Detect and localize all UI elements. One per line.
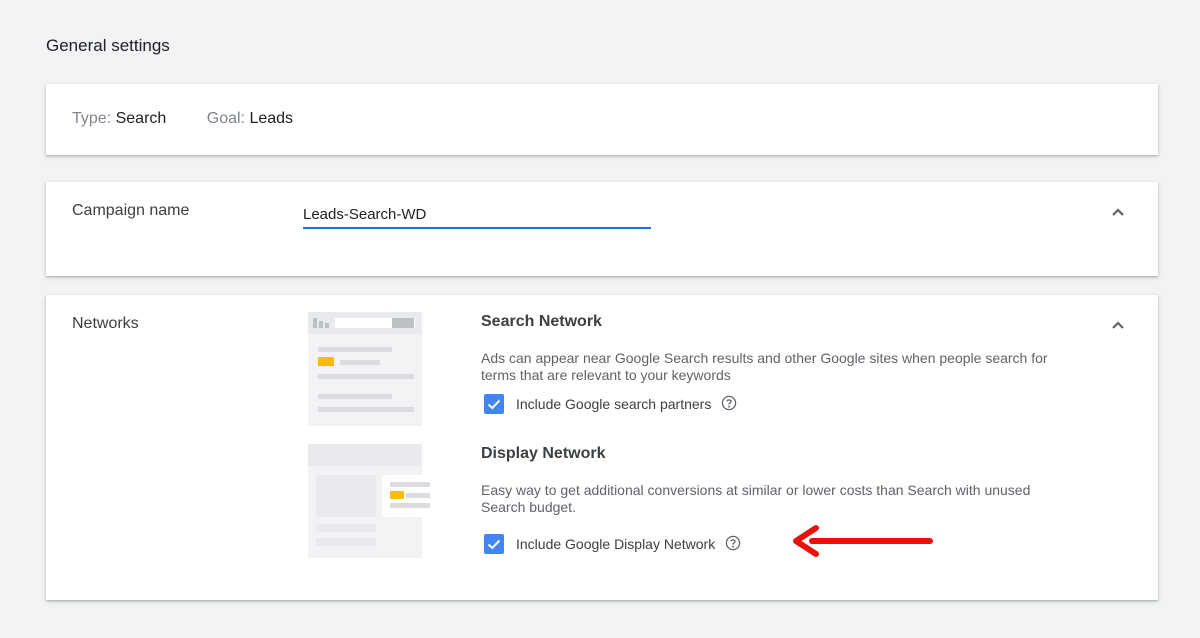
result-line: [318, 347, 392, 352]
display-network-illustration: [308, 444, 441, 558]
chevron-up-icon[interactable]: [1110, 204, 1126, 220]
display-network-title: Display Network: [481, 445, 606, 462]
search-partners-checkbox[interactable]: [484, 394, 504, 414]
help-circle-icon[interactable]: [721, 395, 737, 411]
search-button-illustration: [392, 318, 414, 328]
goal-value: Leads: [249, 110, 294, 127]
result-line: [340, 360, 380, 365]
type-label: Type:: [72, 110, 112, 127]
result-line: [318, 394, 392, 399]
content-block: [316, 475, 376, 517]
content-line: [316, 538, 376, 546]
type-goal-summary: Type: Search Goal: Leads: [72, 110, 293, 128]
goal-label: Goal:: [206, 110, 245, 127]
search-network-illustration: [308, 312, 422, 426]
ad-highlight: [390, 491, 404, 499]
help-circle-icon[interactable]: [725, 535, 741, 551]
ad-line: [406, 493, 430, 498]
campaign-name-label: Campaign name: [72, 202, 190, 219]
campaign-name-card: Campaign name: [46, 182, 1158, 276]
type-value: Search: [115, 110, 167, 127]
result-line: [318, 407, 414, 412]
annotation-arrow-icon: [793, 525, 933, 557]
search-partners-label[interactable]: Include Google search partners: [516, 396, 711, 412]
ad-line: [390, 503, 430, 508]
search-network-title: Search Network: [481, 313, 602, 330]
check-icon: [487, 539, 501, 550]
campaign-type-card: Type: Search Goal: Leads: [46, 84, 1158, 155]
check-icon: [487, 399, 501, 410]
browser-bar: [308, 444, 422, 466]
ad-line: [390, 482, 430, 487]
networks-label: Networks: [72, 315, 139, 332]
page-title: General settings: [46, 36, 170, 55]
logo-bar: [319, 321, 323, 328]
display-network-label[interactable]: Include Google Display Network: [516, 536, 715, 552]
campaign-name-input[interactable]: [303, 198, 651, 229]
chevron-up-icon[interactable]: [1110, 317, 1126, 333]
ad-highlight: [318, 357, 334, 366]
networks-card: Networks Search Network Ads can appear n…: [46, 295, 1158, 600]
result-line: [318, 374, 414, 379]
content-line: [316, 524, 376, 532]
display-network-description: Easy way to get additional conversions a…: [481, 482, 1031, 515]
logo-bar: [313, 318, 317, 328]
search-network-description: Ads can appear near Google Search result…: [481, 350, 1048, 383]
logo-bar: [325, 323, 329, 328]
display-network-checkbox[interactable]: [484, 534, 504, 554]
